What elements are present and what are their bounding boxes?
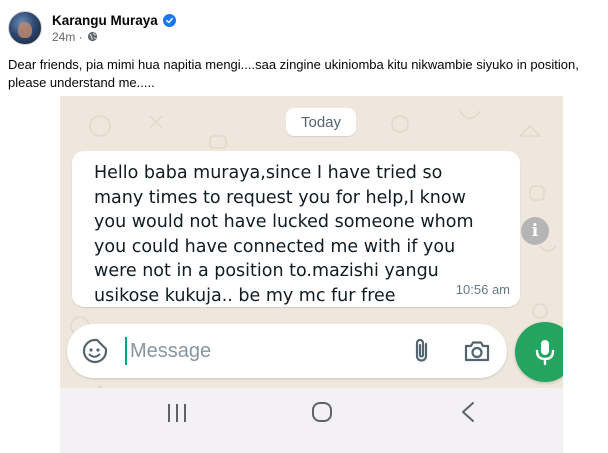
message-bubble[interactable]: Hello baba muraya,since I have tried so … bbox=[72, 151, 520, 307]
sticker-icon[interactable] bbox=[81, 337, 109, 365]
back-icon[interactable] bbox=[458, 400, 478, 424]
author-line: Karangu Muraya bbox=[52, 13, 176, 28]
verified-badge-icon bbox=[162, 13, 176, 27]
date-separator: Today bbox=[286, 108, 356, 136]
message-input[interactable] bbox=[130, 336, 390, 366]
camera-icon[interactable] bbox=[462, 336, 492, 366]
author-block: Karangu Muraya 24m · bbox=[52, 13, 176, 44]
message-composer[interactable] bbox=[67, 324, 507, 378]
author-name[interactable]: Karangu Muraya bbox=[52, 13, 158, 28]
post-meta: 24m · bbox=[52, 30, 176, 44]
globe-icon[interactable] bbox=[87, 31, 98, 42]
meta-separator: · bbox=[75, 29, 83, 44]
whatsapp-screenshot: Today Hello baba muraya,since I have tri… bbox=[60, 96, 563, 453]
post-header: Karangu Muraya 24m · bbox=[8, 8, 176, 48]
paperclip-icon[interactable] bbox=[407, 336, 437, 366]
android-nav-bar bbox=[60, 388, 563, 453]
post-time[interactable]: 24m bbox=[52, 30, 75, 44]
info-icon[interactable]: i bbox=[521, 217, 549, 245]
text-cursor bbox=[125, 337, 127, 365]
post-text: Dear friends, pia mimi hua napitia mengi… bbox=[8, 57, 579, 90]
message-time: 10:56 am bbox=[455, 282, 510, 297]
microphone-icon bbox=[535, 340, 555, 366]
avatar[interactable] bbox=[8, 11, 42, 45]
home-icon[interactable] bbox=[310, 400, 334, 424]
recent-apps-icon[interactable] bbox=[165, 402, 189, 424]
message-text: Hello baba muraya,since I have tried so … bbox=[94, 163, 474, 306]
